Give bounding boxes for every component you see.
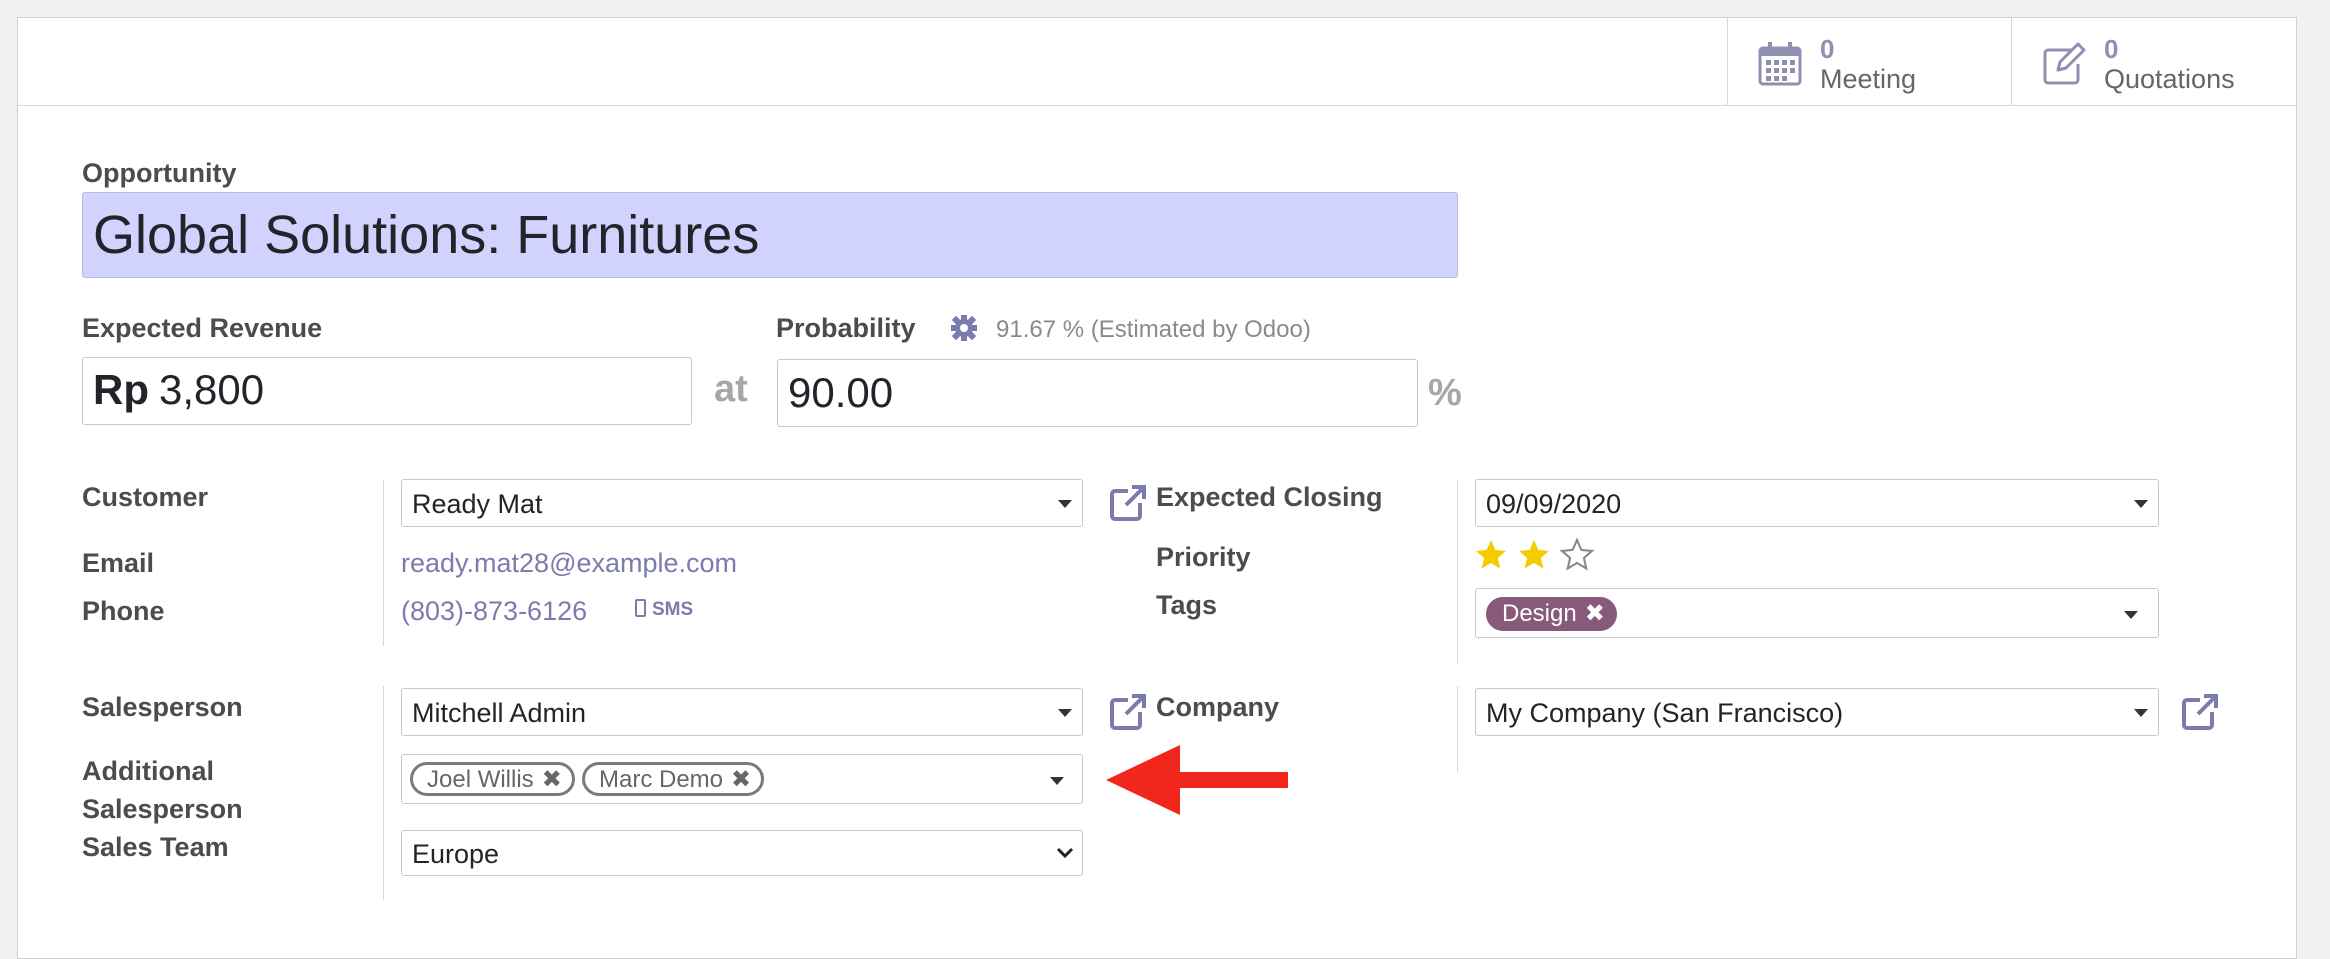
salesperson-value: Mitchell Admin bbox=[412, 698, 587, 728]
email-link[interactable]: ready.mat28@example.com bbox=[401, 548, 737, 579]
tag-label: Design bbox=[1502, 600, 1577, 627]
tag-label: Joel Willis bbox=[427, 766, 534, 793]
divider bbox=[383, 686, 384, 900]
customer-select[interactable]: Ready Mat bbox=[401, 479, 1083, 527]
expected-revenue-input[interactable]: Rp 3,800 bbox=[82, 357, 692, 425]
sales-team-label: Sales Team bbox=[82, 832, 229, 862]
mobile-icon bbox=[635, 599, 646, 617]
at-label: at bbox=[714, 368, 748, 410]
tags-label: Tags bbox=[1156, 590, 1218, 620]
tag-design: Design ✖ bbox=[1486, 597, 1617, 631]
additional-salesperson-label-2: Salesperson bbox=[82, 794, 243, 824]
external-link-icon[interactable] bbox=[1108, 483, 1148, 523]
calendar-icon bbox=[1758, 42, 1802, 86]
expected-revenue-label: Expected Revenue bbox=[82, 313, 323, 343]
estimated-probability: 91.67 % (Estimated by Odoo) bbox=[996, 316, 1311, 343]
probability-input[interactable]: 90.00 bbox=[777, 359, 1418, 427]
external-link-icon[interactable] bbox=[2180, 692, 2220, 732]
company-select[interactable]: My Company (San Francisco) bbox=[1475, 688, 2159, 736]
meeting-button[interactable]: 0 Meeting bbox=[1727, 18, 2011, 105]
company-label: Company bbox=[1156, 692, 1280, 722]
tag-joel-willis: Joel Willis ✖ bbox=[410, 762, 575, 796]
sales-team-value: Europe bbox=[412, 839, 500, 869]
divider bbox=[1457, 686, 1458, 772]
email-label: Email bbox=[82, 548, 155, 578]
additional-salesperson-field[interactable]: Joel Willis ✖ Marc Demo ✖ bbox=[401, 754, 1083, 804]
opportunity-name-input[interactable]: Global Solutions: Furnitures bbox=[82, 192, 1458, 278]
divider bbox=[383, 480, 384, 646]
star-empty-icon[interactable] bbox=[1559, 537, 1595, 573]
chevron-down-icon bbox=[2134, 500, 2148, 508]
phone-label: Phone bbox=[82, 596, 165, 626]
currency-symbol: Rp bbox=[93, 366, 149, 413]
star-filled-icon[interactable] bbox=[1516, 537, 1552, 573]
chevron-down-icon bbox=[1050, 777, 1064, 785]
customer-label: Customer bbox=[82, 482, 209, 512]
phone-link[interactable]: (803)-873-6126 bbox=[401, 596, 587, 627]
remove-tag-icon[interactable]: ✖ bbox=[1585, 600, 1605, 627]
priority-label: Priority bbox=[1156, 542, 1251, 572]
button-box: 0 Meeting 0 Quotations bbox=[18, 18, 2296, 106]
company-value: My Company (San Francisco) bbox=[1486, 698, 1844, 728]
opportunity-label: Opportunity bbox=[82, 158, 237, 188]
gear-icon[interactable] bbox=[950, 314, 978, 342]
probability-label: Probability bbox=[776, 313, 916, 343]
edit-icon bbox=[2043, 42, 2086, 85]
salesperson-select[interactable]: Mitchell Admin bbox=[401, 688, 1083, 736]
chevron-down-icon bbox=[1058, 709, 1072, 717]
chevron-down-icon bbox=[2134, 709, 2148, 717]
revenue-amount: 3,800 bbox=[159, 366, 265, 413]
remove-tag-icon[interactable]: ✖ bbox=[731, 766, 751, 793]
quotations-count: 0 bbox=[2104, 34, 2119, 64]
form-sheet: 0 Meeting 0 Quotations Opportunity Globa… bbox=[17, 17, 2297, 959]
quotations-button[interactable]: 0 Quotations bbox=[2011, 18, 2295, 105]
star-filled-icon[interactable] bbox=[1473, 537, 1509, 573]
priority-stars bbox=[1473, 537, 1603, 577]
divider bbox=[1457, 480, 1458, 664]
chevron-down-icon bbox=[1056, 847, 1074, 859]
customer-value: Ready Mat bbox=[412, 489, 543, 519]
salesperson-label: Salesperson bbox=[82, 692, 243, 722]
remove-tag-icon[interactable]: ✖ bbox=[542, 766, 562, 793]
meeting-label: Meeting bbox=[1820, 64, 1917, 94]
expected-closing-input[interactable]: 09/09/2020 bbox=[1475, 479, 2159, 527]
sales-team-select[interactable]: Europe bbox=[401, 830, 1083, 876]
meeting-count: 0 bbox=[1820, 34, 1835, 64]
annotation-arrow bbox=[1106, 745, 1288, 815]
sms-button[interactable]: SMS bbox=[652, 599, 693, 621]
chevron-down-icon bbox=[1058, 500, 1072, 508]
additional-salesperson-label-1: Additional bbox=[82, 756, 214, 786]
tag-marc-demo: Marc Demo ✖ bbox=[582, 762, 765, 796]
chevron-down-icon bbox=[2124, 611, 2138, 619]
external-link-icon[interactable] bbox=[1108, 692, 1148, 732]
percent-sign: % bbox=[1428, 372, 1462, 414]
expected-closing-label: Expected Closing bbox=[1156, 482, 1383, 512]
tag-label: Marc Demo bbox=[599, 766, 724, 793]
probability-value: 90.00 bbox=[788, 369, 894, 416]
expected-closing-value: 09/09/2020 bbox=[1486, 489, 1622, 519]
tags-field[interactable]: Design ✖ bbox=[1475, 588, 2159, 638]
quotations-label: Quotations bbox=[2104, 64, 2235, 94]
